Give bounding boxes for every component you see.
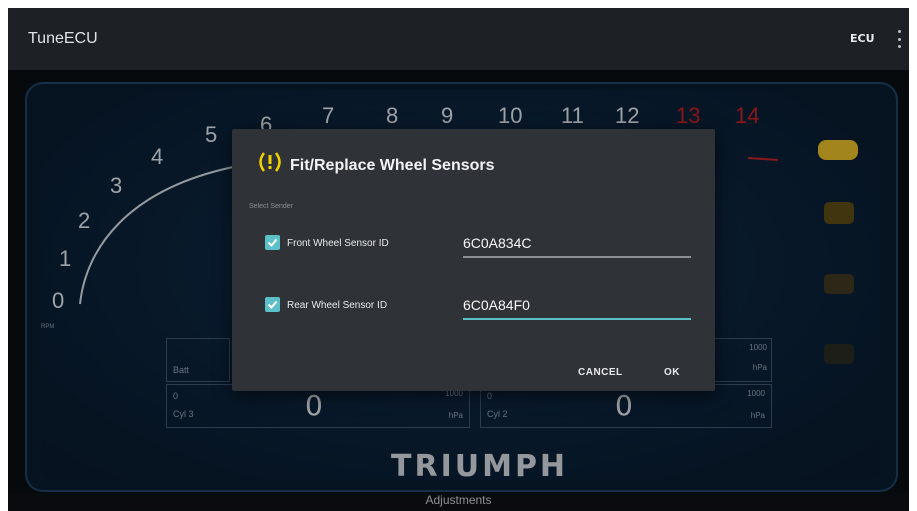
- warning-icon: [259, 152, 281, 172]
- app-bar: TuneECU ECU: [8, 8, 909, 70]
- front-sensor-underline: [463, 256, 691, 258]
- ecu-button[interactable]: ECU: [850, 32, 875, 45]
- rear-sensor-input[interactable]: 6C0A84F0: [463, 297, 530, 313]
- rear-sensor-checkbox[interactable]: [265, 297, 280, 312]
- dialog-title: Fit/Replace Wheel Sensors: [290, 157, 495, 174]
- cancel-button[interactable]: CANCEL: [578, 367, 623, 378]
- app-window: TuneECU ECU 0 1 2 3 4 5 6 7 8 9 10 11 12…: [8, 8, 909, 511]
- wheel-sensor-dialog: Fit/Replace Wheel Sensors Select Sender …: [232, 129, 715, 391]
- front-sensor-checkbox[interactable]: [265, 235, 280, 250]
- rear-sensor-underline: [463, 318, 691, 320]
- front-sensor-input[interactable]: 6C0A834C: [463, 235, 532, 251]
- ok-button[interactable]: OK: [664, 367, 680, 378]
- overflow-menu-icon[interactable]: [896, 30, 902, 48]
- front-sensor-label: Front Wheel Sensor ID: [287, 238, 389, 249]
- app-title: TuneECU: [28, 30, 98, 47]
- dialog-subtitle: Select Sender: [249, 203, 293, 210]
- check-icon: [267, 238, 278, 247]
- rear-sensor-label: Rear Wheel Sensor ID: [287, 300, 388, 311]
- check-icon: [267, 300, 278, 309]
